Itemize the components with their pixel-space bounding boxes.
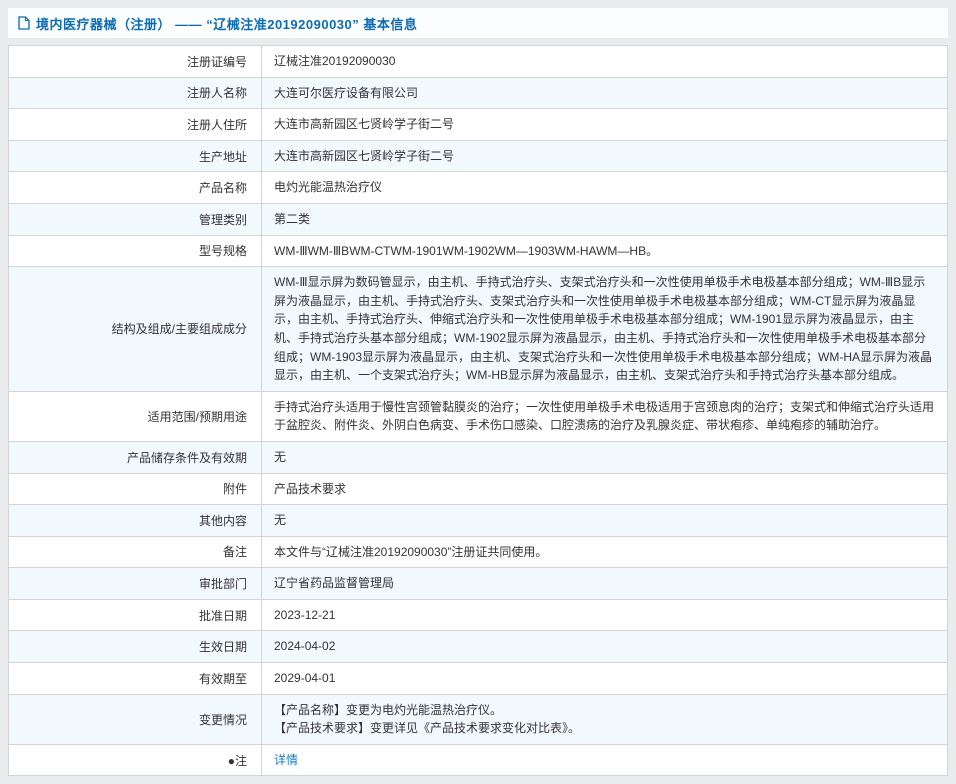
row-label-approval-date: 批准日期 — [8, 598, 262, 632]
row-label-registrant-name: 注册人名称 — [8, 76, 262, 110]
table-row: 其他内容 无 — [8, 504, 948, 537]
page-header: 境内医疗器械（注册） —— “辽械注准20192090030” 基本信息 — [8, 8, 948, 38]
row-value-approval-department: 辽宁省药品监督管理局 — [261, 567, 948, 600]
row-value-approval-date: 2023-12-21 — [261, 598, 948, 632]
table-row: 备注 本文件与“辽械注准20192090030”注册证共同使用。 — [8, 535, 948, 569]
row-value-product-name: 电灼光能温热治疗仪 — [261, 171, 948, 204]
row-label-registrant-address: 注册人住所 — [8, 108, 262, 141]
row-value-model-spec: WM-ⅢWM-ⅢBWM-CTWM-1901WM-1902WM—1903WM-HA… — [261, 234, 948, 268]
page: 境内医疗器械（注册） —— “辽械注准20192090030” 基本信息 注册证… — [0, 0, 956, 784]
row-label-structure-composition: 结构及组成/主要组成成分 — [8, 266, 262, 392]
table-row: 注册人住所 大连市高新园区七贤岭学子街二号 — [8, 108, 948, 141]
row-label-attachment: 附件 — [8, 472, 262, 506]
row-value-other-content: 无 — [261, 504, 948, 537]
row-value-expiry-date: 2029-04-01 — [261, 662, 948, 695]
page-title: 境内医疗器械（注册） —— “辽械注准20192090030” 基本信息 — [36, 16, 418, 32]
document-icon — [18, 16, 30, 30]
row-value-registrant-address: 大连市高新园区七贤岭学子街二号 — [261, 108, 948, 141]
registration-info-table: 注册证编号 辽械注准20192090030 注册人名称 大连可尔医疗设备有限公司… — [8, 45, 948, 777]
table-row: 有效期至 2029-04-01 — [8, 662, 948, 695]
table-row: 产品储存条件及有效期 无 — [8, 440, 948, 474]
row-label-effective-date: 生效日期 — [8, 630, 262, 664]
table-row: 管理类别 第二类 — [8, 202, 948, 236]
table-row: 产品名称 电灼光能温热治疗仪 — [8, 171, 948, 204]
row-value-production-address: 大连市高新园区七贤岭学子街二号 — [261, 139, 948, 173]
row-label-product-name: 产品名称 — [8, 171, 262, 204]
row-label-model-spec: 型号规格 — [8, 234, 262, 268]
table-row: 变更情况 【产品名称】变更为电灼光能温热治疗仪。 【产品技术要求】变更详见《产品… — [8, 693, 948, 745]
row-label-intended-use: 适用范围/预期用途 — [8, 390, 262, 442]
row-label-management-category: 管理类别 — [8, 202, 262, 236]
row-label-approval-department: 审批部门 — [8, 567, 262, 600]
table-row: 型号规格 WM-ⅢWM-ⅢBWM-CTWM-1901WM-1902WM—1903… — [8, 234, 948, 268]
row-label-registration-number: 注册证编号 — [8, 45, 262, 78]
table-row: ●注 详情 — [8, 743, 948, 777]
row-value-storage-validity: 无 — [261, 440, 948, 474]
row-value-registrant-name: 大连可尔医疗设备有限公司 — [261, 76, 948, 110]
row-label-storage-validity: 产品储存条件及有效期 — [8, 440, 262, 474]
row-value-note: 详情 — [261, 743, 948, 777]
row-value-change-status: 【产品名称】变更为电灼光能温热治疗仪。 【产品技术要求】变更详见《产品技术要求变… — [261, 693, 948, 745]
row-label-expiry-date: 有效期至 — [8, 662, 262, 695]
row-value-intended-use: 手持式治疗头适用于慢性宫颈管黏膜炎的治疗；一次性使用单极手术电极适用于宫颈息肉的… — [261, 390, 948, 442]
table-row: 审批部门 辽宁省药品监督管理局 — [8, 567, 948, 600]
row-value-structure-composition: WM-Ⅲ显示屏为数码管显示，由主机、手持式治疗头、支架式治疗头和一次性使用单极手… — [261, 266, 948, 392]
row-value-remarks: 本文件与“辽械注准20192090030”注册证共同使用。 — [261, 535, 948, 569]
row-label-other-content: 其他内容 — [8, 504, 262, 537]
table-row: 生产地址 大连市高新园区七贤岭学子街二号 — [8, 139, 948, 173]
row-label-change-status: 变更情况 — [8, 693, 262, 745]
row-label-production-address: 生产地址 — [8, 139, 262, 173]
row-value-registration-number: 辽械注准20192090030 — [261, 45, 948, 78]
row-value-attachment: 产品技术要求 — [261, 472, 948, 506]
table-row: 注册人名称 大连可尔医疗设备有限公司 — [8, 76, 948, 110]
details-link[interactable]: 详情 — [274, 753, 298, 767]
row-label-note: ●注 — [8, 743, 262, 777]
row-value-management-category: 第二类 — [261, 202, 948, 236]
table-row: 结构及组成/主要组成成分 WM-Ⅲ显示屏为数码管显示，由主机、手持式治疗头、支架… — [8, 266, 948, 392]
table-row: 适用范围/预期用途 手持式治疗头适用于慢性宫颈管黏膜炎的治疗；一次性使用单极手术… — [8, 390, 948, 442]
row-label-remarks: 备注 — [8, 535, 262, 569]
table-row: 批准日期 2023-12-21 — [8, 598, 948, 632]
row-value-effective-date: 2024-04-02 — [261, 630, 948, 664]
table-row: 附件 产品技术要求 — [8, 472, 948, 506]
table-row: 生效日期 2024-04-02 — [8, 630, 948, 664]
table-row: 注册证编号 辽械注准20192090030 — [8, 45, 948, 78]
